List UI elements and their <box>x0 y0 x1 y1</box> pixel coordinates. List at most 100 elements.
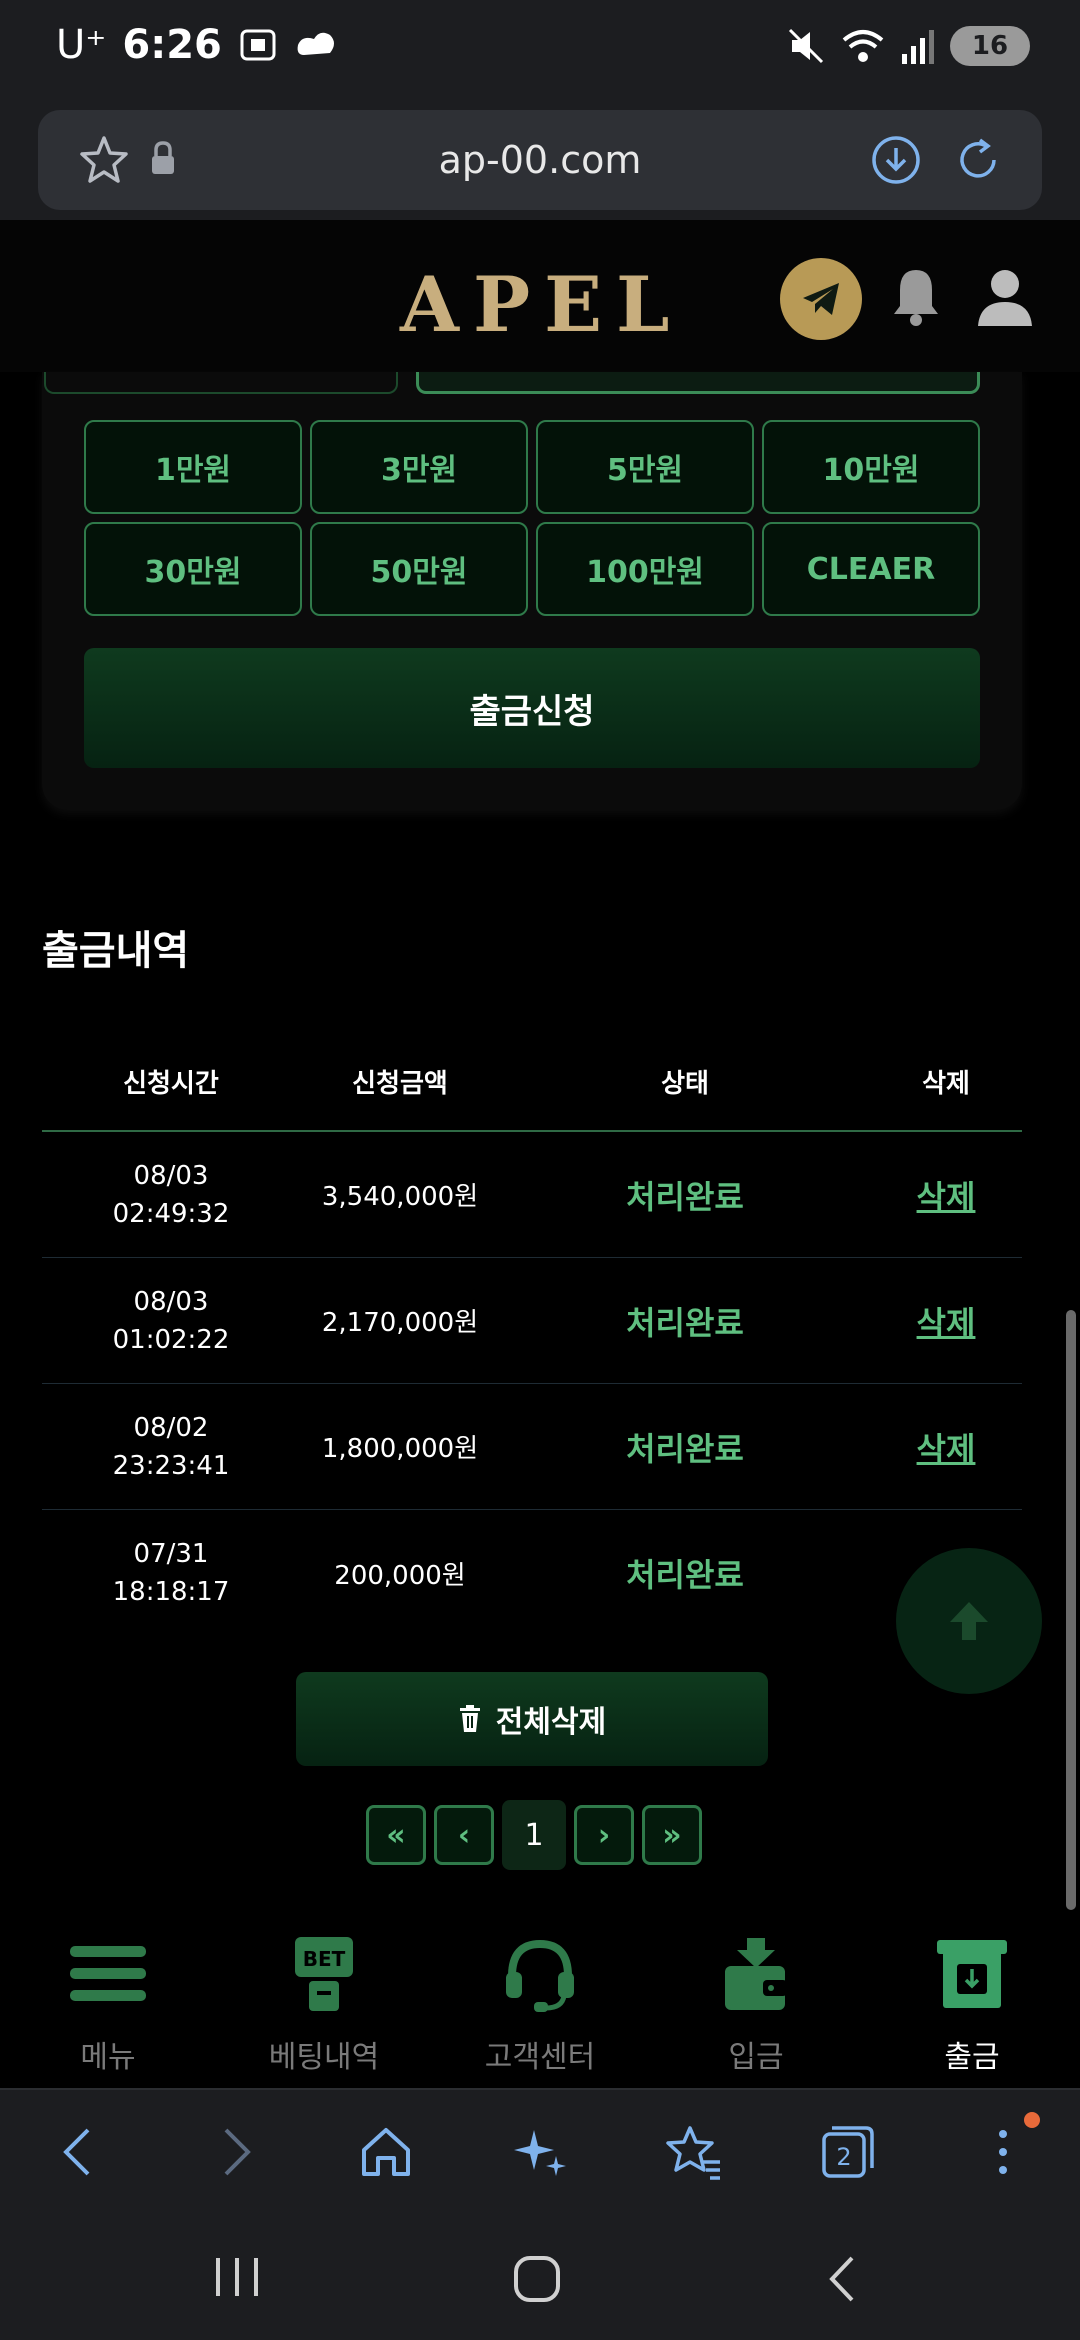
mute-icon <box>788 28 824 64</box>
carrier-label: U⁺ <box>56 22 107 68</box>
status-cell: 처리완료 <box>500 1424 870 1470</box>
delete-link[interactable]: 삭제 <box>917 1304 976 1342</box>
bookmarks-icon[interactable] <box>666 2124 722 2180</box>
last-page-button[interactable]: » <box>642 1805 702 1865</box>
user-icon[interactable] <box>974 264 1036 328</box>
request-time: 08/03 01:02:22 <box>42 1283 300 1359</box>
nav-label: 입금 <box>728 2040 784 2075</box>
delete-cell: 삭제 <box>870 1172 1022 1218</box>
column-header-amount: 신청금액 <box>352 1068 448 1099</box>
request-date: 08/03 <box>133 1286 209 1317</box>
scroll-to-top-button[interactable] <box>896 1548 1042 1694</box>
status-right: 16 <box>786 26 1030 66</box>
amount-button-30k[interactable]: 3만원 <box>310 420 528 514</box>
bottom-nav: 메뉴 BET 베팅내역 고객센터 입금 출금 <box>0 1910 1080 2088</box>
request-amount: 2,170,000원 <box>321 1308 479 1338</box>
request-date: 08/02 <box>133 1412 209 1443</box>
page-scrollbar[interactable] <box>1066 1310 1076 1910</box>
request-clock: 18:18:17 <box>112 1577 230 1607</box>
status-cell: 처리완료 <box>500 1172 870 1218</box>
bell-icon[interactable] <box>888 264 944 328</box>
next-page-button[interactable]: › <box>574 1805 634 1865</box>
history-title: 출금내역 <box>42 928 190 974</box>
nav-item-bet-history[interactable]: BET 베팅내역 <box>216 1910 432 2088</box>
nav-item-deposit[interactable]: 입금 <box>648 1910 864 2088</box>
nav-item-customer-center[interactable]: 고객센터 <box>432 1910 648 2088</box>
wifi-icon <box>842 30 884 62</box>
amount-field[interactable] <box>416 372 980 394</box>
trash-icon <box>459 1705 480 1732</box>
amount-buttons: 1만원 3만원 5만원 10만원 30만원 50만원 100만원 CLEAER <box>84 420 980 616</box>
nav-label: 베팅내역 <box>268 2040 380 2075</box>
recent-apps-icon[interactable] <box>212 2254 262 2300</box>
home-button-icon[interactable] <box>512 2254 562 2304</box>
clear-button[interactable]: CLEAER <box>762 522 980 616</box>
amount-button-300k[interactable]: 30만원 <box>84 522 302 616</box>
delete-all-button[interactable]: 전체삭제 <box>296 1672 768 1766</box>
clock: 6:26 <box>122 22 222 68</box>
amount-button-50k[interactable]: 5만원 <box>536 420 754 514</box>
forward-icon[interactable] <box>210 2124 260 2180</box>
ai-sparkle-icon[interactable] <box>512 2124 568 2180</box>
delete-cell: 삭제 <box>870 1424 1022 1470</box>
bet-history-icon: BET <box>295 1937 353 2011</box>
tab-count: 2 <box>836 2143 851 2171</box>
amount-button-100k[interactable]: 10만원 <box>762 420 980 514</box>
telegram-button[interactable] <box>780 258 862 340</box>
delete-link[interactable]: 삭제 <box>917 1430 976 1468</box>
bet-badge-text: BET <box>303 1947 346 1971</box>
status-left: U⁺ 6:26 <box>56 22 338 68</box>
refresh-icon[interactable] <box>950 132 1006 188</box>
nav-item-menu[interactable]: 메뉴 <box>0 1910 216 2088</box>
history-table: 신청시간 신청금액 상태 삭제 08/03 02:49:32 3,540,000… <box>42 1032 1022 1636</box>
account-field[interactable] <box>44 372 398 394</box>
delete-cell: 삭제 <box>870 1298 1022 1344</box>
amount-button-10k[interactable]: 1만원 <box>84 420 302 514</box>
amount-button-1m[interactable]: 100만원 <box>536 522 754 616</box>
withdraw-icon <box>937 1940 1007 2008</box>
home-icon[interactable] <box>358 2124 414 2180</box>
request-date: 07/31 <box>133 1539 209 1569</box>
table-row: 08/03 02:49:32 3,540,000원 처리완료 삭제 <box>42 1132 1022 1258</box>
system-back-icon[interactable] <box>822 2254 862 2304</box>
system-navigation <box>0 2214 1080 2340</box>
site-logo[interactable]: APEL <box>400 260 683 349</box>
table-row: 07/31 18:18:17 200,000원 처리완료 <box>42 1510 1022 1636</box>
status-cell: 처리완료 <box>500 1550 870 1596</box>
request-clock: 02:49:32 <box>112 1198 230 1229</box>
request-amount: 3,540,000원 <box>321 1182 479 1212</box>
download-icon[interactable] <box>868 132 924 188</box>
column-header-status: 상태 <box>661 1068 709 1099</box>
column-header-time: 신청시간 <box>123 1068 219 1099</box>
address-bar[interactable]: ap-00.com <box>38 110 1042 210</box>
table-row: 08/02 23:23:41 1,800,000원 처리완료 삭제 <box>42 1384 1022 1510</box>
arrow-up-icon <box>950 1602 988 1640</box>
tabs-icon[interactable]: 2 <box>820 2124 876 2180</box>
battery-indicator: 16 <box>950 26 1030 66</box>
wallet-deposit-icon <box>725 1938 787 2010</box>
request-amount: 1,800,000원 <box>321 1434 479 1464</box>
status-badge: 처리완료 <box>626 1303 744 1342</box>
first-page-button[interactable]: « <box>366 1805 426 1865</box>
status-badge: 처리완료 <box>626 1177 744 1216</box>
more-options-icon[interactable] <box>988 2124 1018 2180</box>
current-page[interactable]: 1 <box>502 1800 566 1870</box>
status-badge: 처리완료 <box>626 1429 744 1468</box>
nav-item-withdraw[interactable]: 출금 <box>864 1910 1080 2088</box>
request-time: 07/31 18:18:17 <box>42 1535 300 1611</box>
column-header-delete: 삭제 <box>922 1068 970 1099</box>
prev-page-button[interactable]: ‹ <box>434 1805 494 1865</box>
delete-link[interactable]: 삭제 <box>917 1178 976 1216</box>
status-cell: 처리완료 <box>500 1298 870 1344</box>
back-icon[interactable] <box>54 2124 104 2180</box>
amount-button-500k[interactable]: 50만원 <box>310 522 528 616</box>
browser-toolbar: 2 <box>0 2088 1080 2214</box>
request-clock: 01:02:22 <box>112 1324 230 1355</box>
nav-label: 고객센터 <box>484 2040 596 2075</box>
cloud-sync-icon <box>297 32 334 55</box>
headset-icon <box>506 1939 574 2012</box>
status-badge: 처리완료 <box>626 1556 744 1594</box>
browser-address-area: ap-00.com <box>0 96 1080 220</box>
nav-label: 출금 <box>944 2040 1000 2075</box>
withdraw-submit-button[interactable]: 출금신청 <box>84 648 980 768</box>
